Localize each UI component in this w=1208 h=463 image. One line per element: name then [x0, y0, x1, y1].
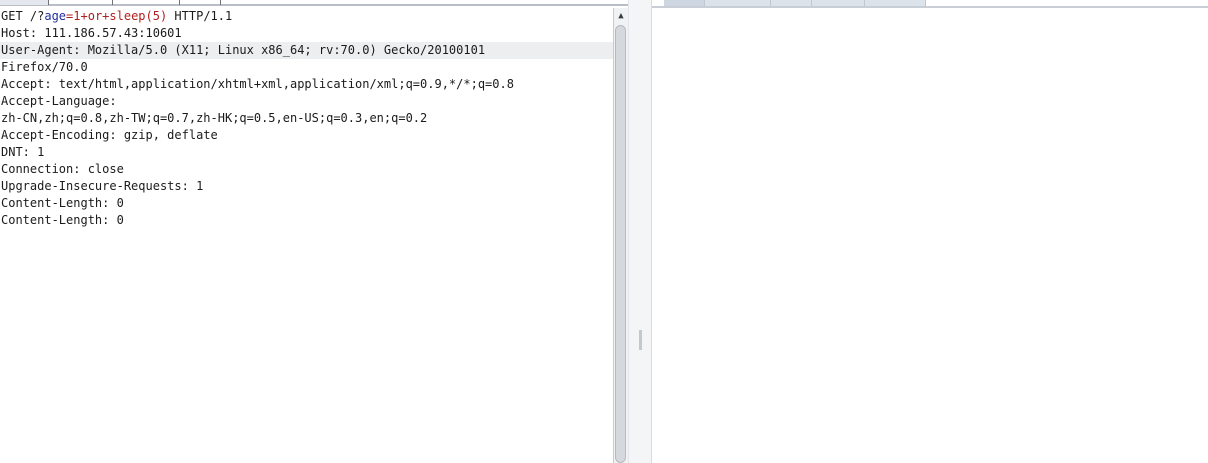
request-header-line: Firefox/70.0 [1, 60, 88, 74]
request-header-line: Accept-Encoding: gzip, deflate [1, 128, 218, 142]
response-tab-strip [652, 0, 1208, 8]
pane-splitter[interactable] [628, 0, 652, 463]
scroll-thumb[interactable] [615, 25, 626, 463]
request-editor[interactable]: GET /?age=1+or+sleep(5) HTTP/1.1 Host: 1… [0, 8, 613, 463]
splitter-grip-icon[interactable] [639, 330, 642, 350]
request-header-line: Content-Length: 0 [1, 196, 124, 210]
request-header-lines: Host: 111.186.57.43:10601 User-Agent: Moz… [0, 25, 613, 229]
request-line: GET /?age=1+or+sleep(5) HTTP/1.1 [0, 8, 613, 25]
response-tab-render[interactable] [865, 0, 926, 6]
response-tab-html[interactable] [812, 0, 865, 6]
request-header-line: Upgrade-Insecure-Requests: 1 [1, 179, 204, 193]
request-tab-headers[interactable] [113, 0, 180, 5]
request-tab-hex[interactable] [180, 0, 221, 5]
response-tab-raw[interactable] [664, 0, 705, 6]
request-header-line: User-Agent: Mozilla/5.0 (X11; Linux x86_… [0, 42, 613, 59]
response-body[interactable] [652, 8, 1208, 463]
request-header-line: zh-CN,zh;q=0.8,zh-TW;q=0.7,zh-HK;q=0.5,e… [1, 111, 428, 125]
request-pane: GET /?age=1+or+sleep(5) HTTP/1.1 Host: 1… [0, 0, 628, 463]
request-tab-raw[interactable] [0, 0, 49, 5]
request-header-line: Content-Length: 0 [1, 213, 124, 227]
request-scrollbar[interactable]: ▲ [613, 8, 628, 463]
repeater-window: GET /?age=1+or+sleep(5) HTTP/1.1 Host: 1… [0, 0, 1208, 463]
response-tab-hex[interactable] [771, 0, 812, 6]
query-param-name: age [44, 9, 67, 23]
response-pane [652, 0, 1208, 463]
request-header-line: Host: 111.186.57.43:10601 [1, 26, 182, 40]
request-header-line: Connection: close [1, 162, 124, 176]
request-header-line: Accept: text/html,application/xhtml+xml,… [1, 77, 514, 91]
request-header-line: Accept-Language: [1, 94, 117, 108]
request-method-path: GET /? [1, 9, 45, 23]
response-tab-headers[interactable] [705, 0, 771, 6]
request-tab-params[interactable] [49, 0, 113, 5]
request-header-line: DNT: 1 [1, 145, 45, 159]
scroll-up-arrow-icon[interactable]: ▲ [614, 9, 628, 23]
request-protocol: HTTP/1.1 [167, 9, 233, 23]
query-param-value: 1+or+sleep(5) [73, 9, 168, 23]
request-tab-strip [0, 0, 628, 6]
